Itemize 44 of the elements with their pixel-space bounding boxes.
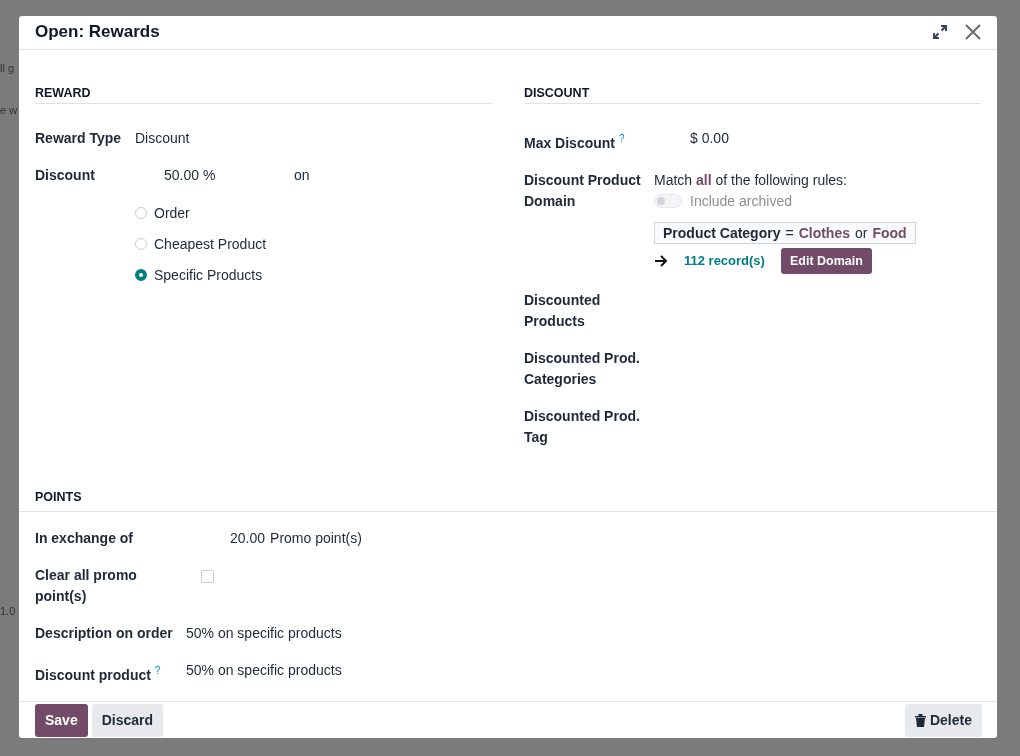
domain-description: Match all of the following rules: bbox=[654, 170, 848, 190]
radio-label[interactable]: Specific Products bbox=[154, 267, 263, 284]
toggle-switch[interactable] bbox=[654, 194, 682, 209]
field-label: In exchange of bbox=[35, 528, 135, 548]
field-value: 50% on specific products bbox=[186, 623, 342, 643]
field-value: 50% on specific products bbox=[186, 660, 342, 680]
radio-label[interactable]: Order bbox=[154, 205, 190, 222]
field-value: Promo point(s) bbox=[270, 528, 362, 548]
expand-icon[interactable] bbox=[933, 25, 947, 40]
field-label: Max Discount bbox=[524, 134, 615, 151]
field-label: Discounted Products bbox=[524, 290, 602, 331]
field-value: Discount bbox=[135, 128, 190, 148]
dialog-title: Open: Rewards bbox=[35, 22, 161, 43]
save-button[interactable]: Save bbox=[35, 703, 88, 737]
field-label: Clear all promo point(s) bbox=[35, 565, 138, 606]
help-tooltip[interactable]: ? bbox=[618, 132, 625, 144]
field-label: Reward Type bbox=[35, 128, 123, 148]
field-label: Discounted Prod. Tag bbox=[524, 406, 641, 447]
delete-button[interactable]: Delete bbox=[904, 703, 982, 737]
field-value: 50.00 % bbox=[164, 165, 217, 185]
field-label: Description on order bbox=[35, 623, 174, 643]
trash-icon bbox=[914, 713, 926, 727]
field-label: Discount product bbox=[35, 666, 151, 683]
arrow-right-icon bbox=[654, 254, 668, 267]
section-heading: POINTS bbox=[35, 489, 83, 506]
close-icon[interactable] bbox=[965, 24, 981, 41]
field-value: 20.00 bbox=[230, 528, 266, 548]
field-label: Discount Product Domain bbox=[524, 170, 642, 211]
radio-label[interactable]: Cheapest Product bbox=[154, 236, 267, 253]
field-value: $ 0.00 bbox=[690, 128, 729, 148]
section-heading: REWARD bbox=[35, 85, 492, 104]
records-link[interactable]: 112 record(s) bbox=[684, 250, 765, 272]
help-tooltip[interactable]: ? bbox=[154, 664, 161, 676]
field-label: Discounted Prod. Categories bbox=[524, 348, 641, 389]
toggle-label: Include archived bbox=[690, 191, 792, 211]
radio-button[interactable] bbox=[135, 269, 147, 282]
field-label: Discount bbox=[35, 165, 96, 185]
section-heading: DISCOUNT bbox=[524, 85, 981, 104]
background-text: e w bbox=[0, 104, 18, 116]
field-value: on bbox=[294, 165, 310, 185]
discard-button[interactable]: Discard bbox=[91, 703, 164, 737]
edit-domain-button[interactable]: Edit Domain bbox=[780, 247, 872, 274]
checkbox[interactable] bbox=[201, 569, 214, 583]
background-text: 1.0 bbox=[0, 605, 16, 617]
